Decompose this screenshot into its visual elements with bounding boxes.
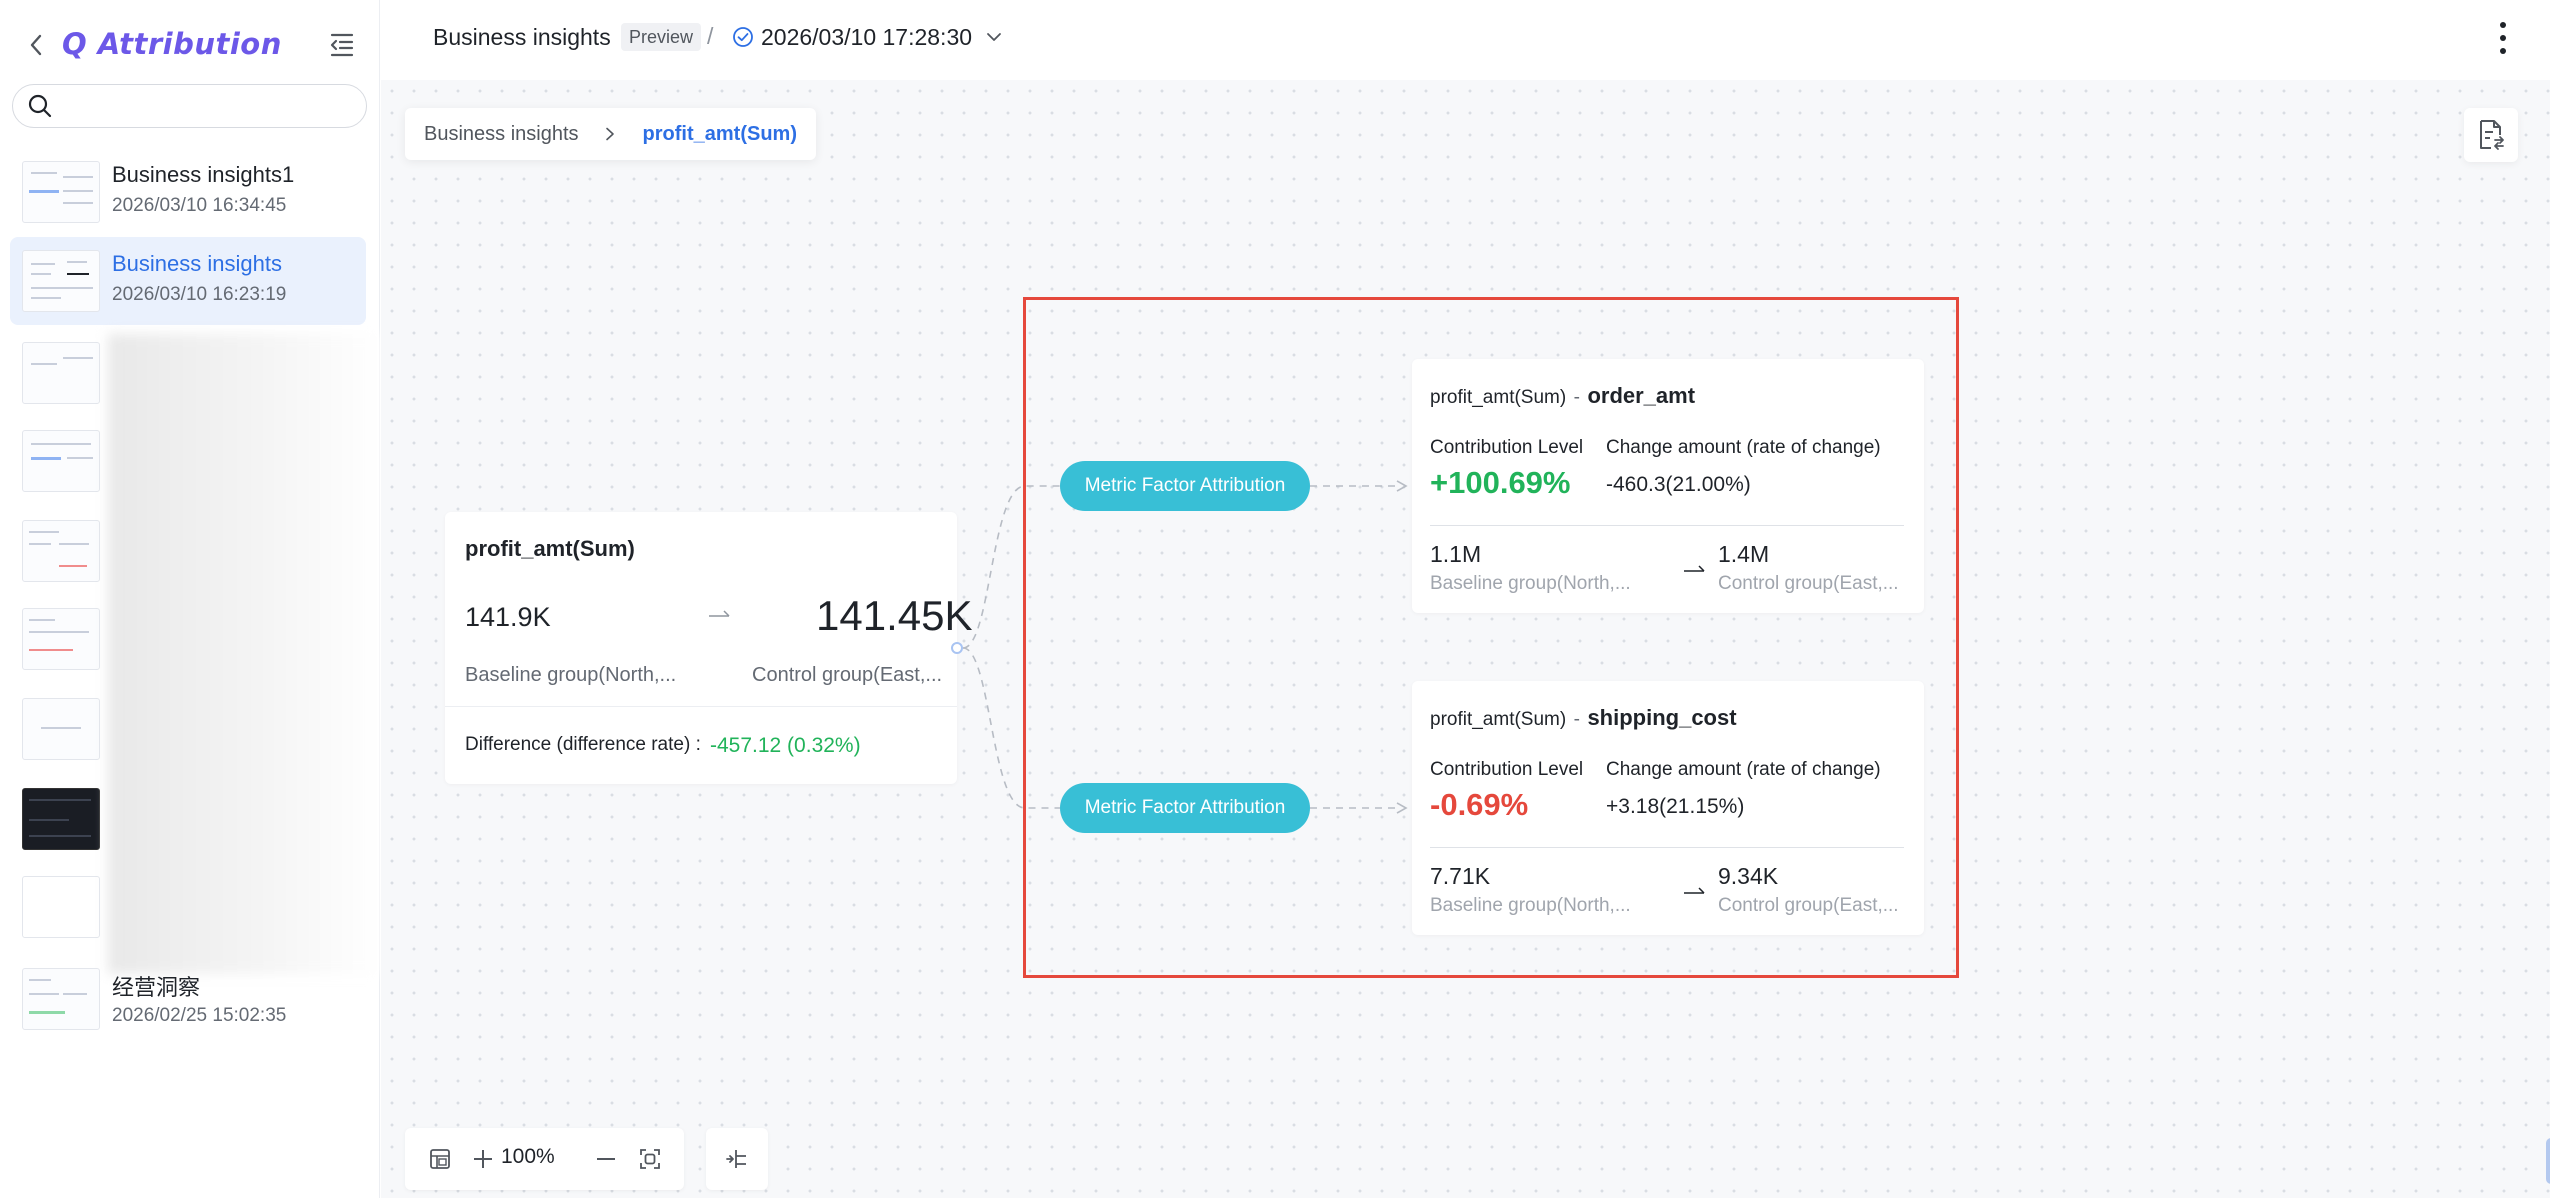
factor-name: order_amt (1587, 383, 1696, 408)
search-input[interactable] (63, 87, 366, 125)
factor-card-header: profit_amt(Sum) - order_amt (1430, 383, 1695, 409)
change-label: Change amount (rate of change) (1606, 437, 1881, 458)
divider (1430, 847, 1904, 848)
zoom-in-icon[interactable] (468, 1144, 498, 1174)
list-item-title: 经营洞察 (112, 975, 201, 1000)
version-timestamp[interactable]: 2026/03/10 17:28:30 (761, 24, 972, 51)
preview-badge: Preview (621, 23, 702, 51)
app-logo: Q Attribution (62, 24, 282, 64)
arrow-right-icon (709, 610, 730, 617)
list-item-title: Business insights (112, 251, 282, 276)
list-item-thumbnail[interactable] (22, 342, 100, 404)
factor-dash: - (1573, 709, 1580, 730)
list-item-thumbnail[interactable] (22, 788, 100, 850)
list-item-thumbnail (22, 250, 100, 312)
layout-icon[interactable] (706, 1128, 768, 1190)
list-item-date: 2026/02/25 15:02:35 (112, 1005, 287, 1026)
arrow-right-icon (1684, 565, 1705, 572)
metric-card[interactable]: profit_amt(Sum) 141.9K 141.45K Baseline … (445, 512, 972, 784)
fit-view-icon[interactable] (635, 1144, 665, 1174)
contribution-value: +100.69% (1430, 465, 1571, 500)
zoom-out-icon[interactable] (591, 1144, 621, 1174)
zoom-toolbar: 100% (405, 1128, 684, 1190)
factor-dash: - (1573, 387, 1580, 408)
page-title: Business insights (433, 24, 611, 50)
baseline-value: 1.1M (1430, 541, 1482, 567)
app-name: Q Attribution (62, 27, 282, 61)
baseline-label: Baseline group(North,... (1430, 895, 1631, 916)
list-item[interactable]: Business insights1 2026/03/10 16:34:45 (10, 148, 366, 236)
list-item-date: 2026/03/10 16:23:19 (112, 284, 287, 305)
control-label: Control group(East,... (752, 664, 943, 686)
top-bar: Business insights Preview / 2026/03/10 1… (381, 0, 2550, 80)
contribution-value: -0.69% (1430, 787, 1529, 822)
factor-metric: profit_amt(Sum) (1430, 387, 1567, 408)
factor-metric: profit_amt(Sum) (1430, 709, 1567, 730)
arrow-right-icon (1684, 887, 1705, 894)
list-item-thumbnail (22, 161, 100, 223)
side-panel-handle[interactable] (2546, 1138, 2550, 1184)
change-value: -460.3(21.00%) (1606, 473, 1751, 496)
control-value: 9.34K (1718, 863, 1779, 889)
chevron-down-icon[interactable] (985, 28, 1003, 46)
title-separator: / (707, 23, 714, 49)
factor-card[interactable]: profit_amt(Sum) - shipping_cost Contribu… (1412, 681, 1924, 935)
difference-value: -457.12 (0.32%) (710, 734, 861, 757)
divider (1430, 525, 1904, 526)
control-value: 1.4M (1718, 541, 1770, 567)
list-item-thumbnail (22, 968, 100, 1030)
control-value: 141.45K (816, 592, 973, 639)
list-item-thumbnail[interactable] (22, 430, 100, 492)
list-item-thumbnail[interactable] (22, 876, 100, 938)
list-item-thumbnail[interactable] (22, 520, 100, 582)
more-vertical-icon[interactable] (2496, 20, 2510, 56)
blurred-region (108, 334, 380, 974)
change-label: Change amount (rate of change) (1606, 759, 1881, 780)
change-value: +3.18(21.15%) (1606, 795, 1745, 818)
list-item-thumbnail[interactable] (22, 698, 100, 760)
factor-card-header: profit_amt(Sum) - shipping_cost (1430, 705, 1737, 731)
check-circle-icon (733, 27, 753, 47)
sidebar-header: Q Attribution (0, 0, 380, 86)
flow-canvas[interactable]: Business insights profit_amt(Sum) profit… (381, 80, 2550, 1198)
connection-port[interactable] (951, 642, 963, 654)
factor-name: shipping_cost (1587, 705, 1737, 730)
control-label: Control group(East,... (1718, 573, 1899, 594)
baseline-label: Baseline group(North,... (465, 664, 677, 686)
metric-title: profit_amt(Sum) (465, 536, 635, 561)
main-area: Business insights Preview / 2026/03/10 1… (381, 0, 2550, 1198)
contribution-label: Contribution Level (1430, 437, 1584, 458)
search-box[interactable] (12, 84, 367, 128)
list-item-date: 2026/03/10 16:34:45 (112, 195, 287, 216)
baseline-value: 141.9K (465, 602, 551, 632)
list-item-title: Business insights1 (112, 162, 295, 187)
metric-factor-attribution-button[interactable]: Metric Factor Attribution (1060, 461, 1310, 511)
list-item-thumbnail[interactable] (22, 608, 100, 670)
back-icon[interactable] (24, 30, 48, 60)
list-item-active[interactable]: Business insights 2026/03/10 16:23:19 (10, 237, 366, 325)
contribution-label: Contribution Level (1430, 759, 1584, 780)
divider (445, 706, 957, 707)
factor-card[interactable]: profit_amt(Sum) - order_amt Contribution… (1412, 359, 1924, 613)
list-item[interactable]: 经营洞察 2026/02/25 15:02:35 (10, 958, 366, 1046)
search-icon (28, 94, 52, 118)
sidebar: Q Attribution Business insights1 2026/03… (0, 0, 380, 1198)
metric-factor-attribution-button[interactable]: Metric Factor Attribution (1060, 783, 1310, 833)
control-label: Control group(East,... (1718, 895, 1899, 916)
baseline-label: Baseline group(North,... (1430, 573, 1631, 594)
difference-label: Difference (difference rate) : (465, 734, 701, 755)
baseline-value: 7.71K (1430, 863, 1491, 889)
collapse-menu-icon[interactable] (328, 30, 356, 58)
minimap-icon[interactable] (425, 1144, 455, 1174)
zoom-level: 100% (501, 1145, 555, 1168)
